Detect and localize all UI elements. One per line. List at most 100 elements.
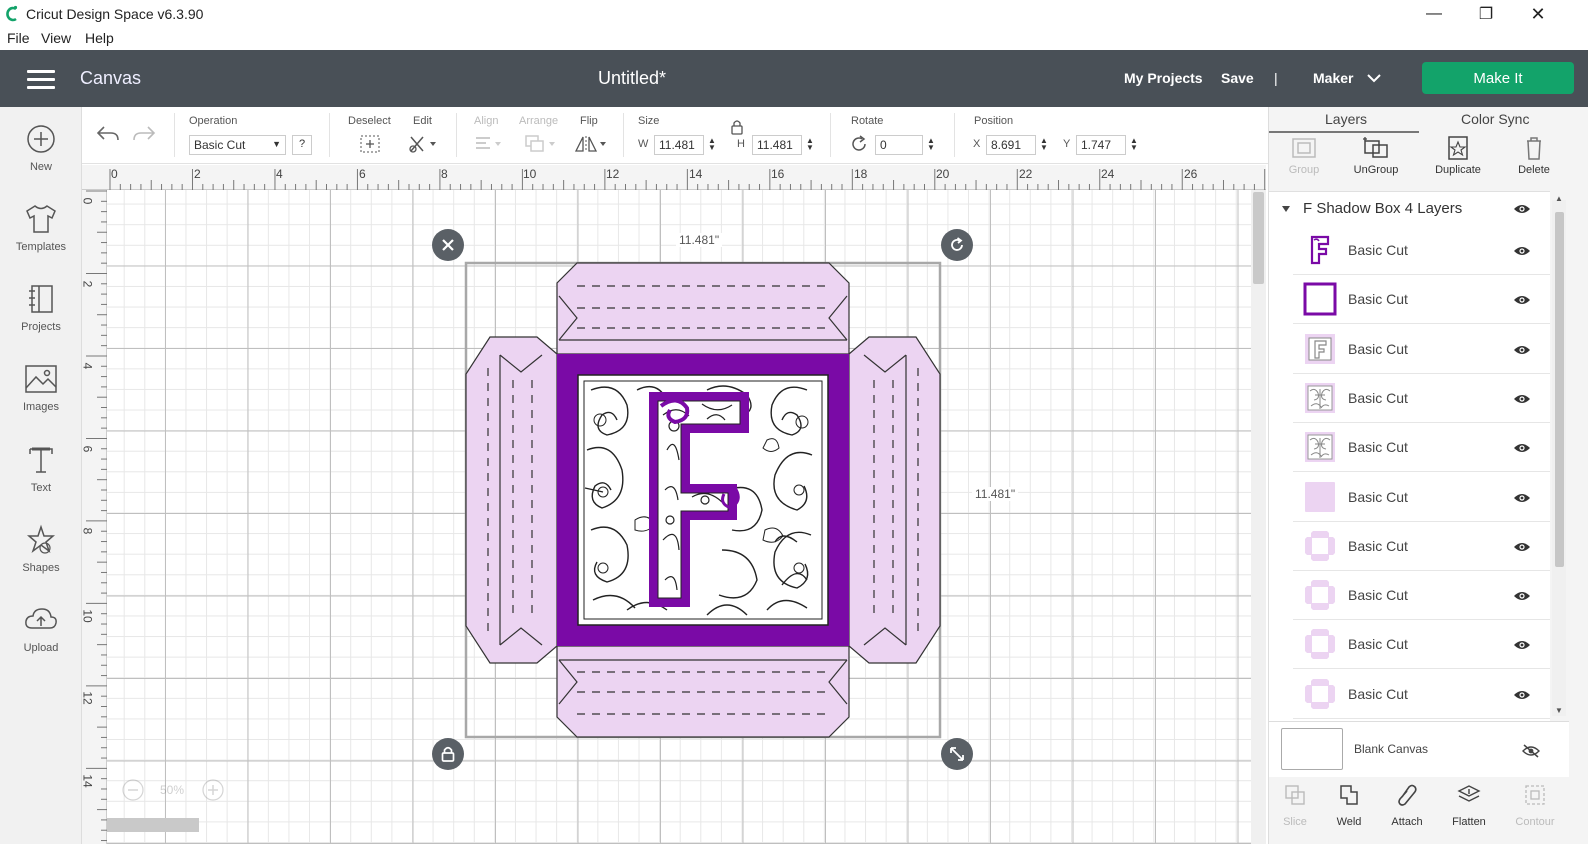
edit-scissors-icon[interactable] [408,134,440,154]
sidebar-label: Projects [21,321,61,333]
restore-button[interactable]: ❐ [1460,0,1512,28]
rotate-stepper[interactable]: ▲ ▼ [927,137,935,152]
layer-row[interactable]: Basic Cut [1293,226,1550,275]
eye-icon[interactable] [1513,393,1531,405]
scroll-thumb[interactable] [1555,212,1564,567]
width-stepper[interactable]: ▲ ▼ [708,137,716,152]
x-position-input[interactable]: 8.691 [986,135,1036,155]
menu-help[interactable]: Help [85,30,114,46]
scroll-down-icon[interactable]: ▼ [1555,706,1563,715]
rotate-input[interactable]: 0 [875,135,923,155]
ruler-number: 22 [1019,167,1033,181]
zoom-in-icon[interactable] [202,779,224,801]
canvas-horizontal-scrollbar[interactable] [107,818,199,832]
layer-row[interactable]: Basic Cut [1293,275,1550,325]
hamburger-menu-icon[interactable] [27,70,55,90]
eye-icon[interactable] [1513,442,1531,454]
weld-button[interactable]: Weld [1319,783,1379,828]
width-input[interactable]: 11.481 [654,135,704,155]
lock-proportions-icon[interactable] [730,119,744,135]
eye-icon[interactable] [1513,689,1531,701]
sidebar-item-images[interactable]: Images [0,363,82,433]
resize-handle[interactable] [941,738,973,770]
scroll-up-icon[interactable]: ▲ [1555,194,1563,203]
layer-group-row[interactable]: F Shadow Box 4 Layers [1269,192,1550,226]
duplicate-button[interactable]: Duplicate [1423,135,1493,183]
operation-help-button[interactable]: ? [292,135,312,155]
deselect-icon[interactable] [359,134,381,154]
layer-thumbnail [1303,233,1337,267]
height-stepper[interactable]: ▲ ▼ [806,137,814,152]
shadow-box-design[interactable] [107,190,1251,844]
y-stepper[interactable]: ▲ ▼ [1130,137,1138,152]
eye-icon[interactable] [1513,492,1531,504]
layer-row[interactable]: Basic Cut [1293,473,1550,522]
group-button[interactable]: Group [1269,135,1339,183]
layer-row[interactable]: Basic Cut [1293,571,1550,621]
ruler-number: 6 [359,167,366,181]
redo-icon[interactable] [132,125,156,143]
undo-icon[interactable] [96,125,120,143]
close-window-button[interactable]: ✕ [1512,0,1564,28]
tshirt-icon [26,205,56,233]
eye-icon[interactable] [1513,590,1531,602]
layer-row[interactable]: Basic Cut [1293,522,1550,571]
flatten-button[interactable]: Flatten [1439,783,1499,828]
tab-layers[interactable]: Layers [1325,111,1367,127]
x-stepper[interactable]: ▲ ▼ [1040,137,1048,152]
minimize-button[interactable]: — [1408,0,1460,28]
blank-canvas-swatch[interactable] [1281,728,1343,770]
flip-label: Flip [580,115,598,127]
eye-icon[interactable] [1513,294,1531,306]
slice-button[interactable]: Slice [1265,783,1325,828]
arrange-label: Arrange [519,115,559,127]
ruler-ticks [109,169,1266,190]
zoom-control[interactable]: 50% [118,776,236,804]
layer-row[interactable]: Basic Cut [1293,374,1550,423]
flip-icon[interactable] [574,134,608,154]
contour-button[interactable]: Contour [1505,783,1565,828]
eye-icon[interactable] [1513,541,1531,553]
scroll-thumb[interactable] [1253,192,1264,284]
eye-icon[interactable] [1513,344,1531,356]
sidebar-item-projects[interactable]: Projects [0,283,82,353]
layer-row[interactable]: Basic Cut [1293,423,1550,473]
zoom-out-icon[interactable] [122,779,144,801]
delete-button[interactable]: Delete [1499,135,1569,183]
layer-row[interactable]: Basic Cut [1293,325,1550,374]
layers-scrollbar[interactable]: ▲ ▼ [1552,194,1566,716]
sidebar-item-shapes[interactable]: Shapes [0,524,82,594]
make-it-button[interactable]: Make It [1422,62,1574,94]
sidebar-item-new[interactable]: New [0,123,82,193]
menu-file[interactable]: File [7,30,30,46]
sidebar-item-upload[interactable]: Upload [0,604,82,674]
collapse-arrow-icon[interactable] [1281,205,1291,213]
layer-row[interactable]: Basic Cut [1293,670,1550,719]
height-input[interactable]: 11.481 [752,135,802,155]
blank-canvas-row[interactable]: Blank Canvas [1269,721,1569,777]
design-canvas[interactable]: 11.481" 11.481" [107,190,1251,844]
menu-view[interactable]: View [41,30,71,46]
ruler-number: 12 [606,167,620,181]
operation-select[interactable]: Basic Cut ▼ [189,135,286,155]
eye-icon[interactable] [1513,639,1531,651]
ungroup-button[interactable]: UnGroup [1341,135,1411,183]
sidebar-item-templates[interactable]: Templates [0,203,82,273]
sidebar-item-text[interactable]: Text [0,444,82,514]
save-link[interactable]: Save [1221,70,1254,86]
eye-icon[interactable] [1513,203,1531,215]
y-position-input[interactable]: 1.747 [1076,135,1126,155]
my-projects-link[interactable]: My Projects [1124,70,1203,86]
eye-icon[interactable] [1513,245,1531,257]
sidebar-label: Shapes [22,562,60,574]
eye-hidden-icon[interactable] [1521,744,1541,758]
attach-button[interactable]: Attach [1377,783,1437,828]
layer-row[interactable]: Basic Cut [1293,620,1550,670]
chevron-down-icon[interactable] [1367,74,1381,83]
canvas-vertical-scrollbar[interactable] [1251,190,1266,844]
delete-selection-handle[interactable] [432,229,464,261]
rotate-handle[interactable] [941,229,973,261]
machine-select[interactable]: Maker [1313,70,1353,86]
lock-handle[interactable] [432,738,464,770]
tab-color-sync[interactable]: Color Sync [1461,111,1529,127]
